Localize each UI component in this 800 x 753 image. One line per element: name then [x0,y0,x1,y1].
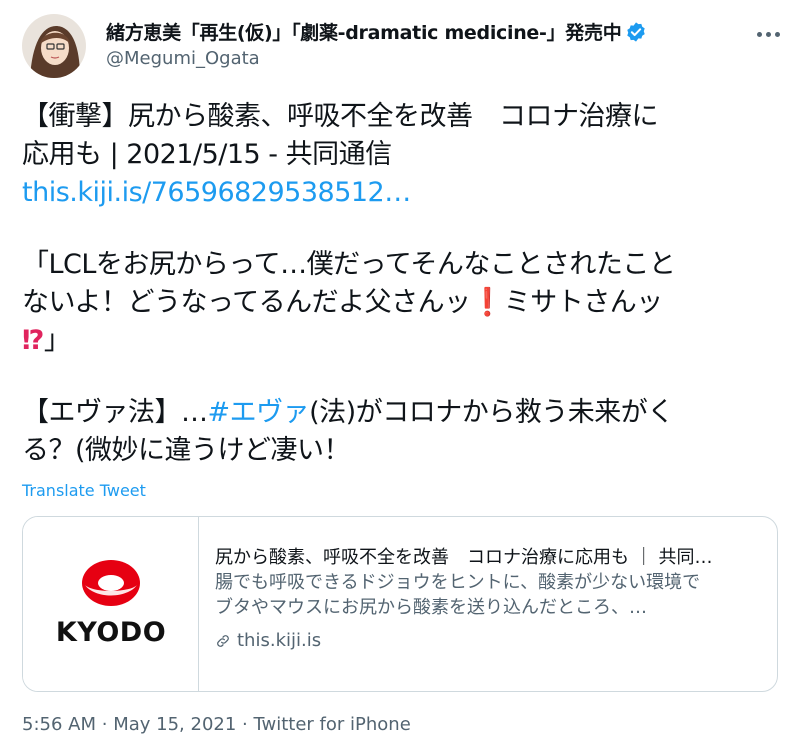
link-preview-card[interactable]: KYODO 尻から酸素、呼吸不全を改善 コロナ治療に応用も ｜ 共同… 腸でも呼… [22,516,778,692]
card-domain-text: this.kiji.is [237,630,322,651]
tweet-text: 【衝撃】尻から酸素、呼吸不全を改善 コロナ治療に 応用も | 2021/5/15… [22,98,782,470]
link-icon [217,634,229,647]
interrobang-emoji-icon: ⁉ [22,325,44,356]
card-description: 腸でも呼吸できるドジョウをヒントに、酸素が少ない環境で [215,572,701,593]
tweet-meta: 5:56 AM · May 15, 2021 · Twitter for iPh… [22,714,411,735]
card-body[interactable]: 尻から酸素、呼吸不全を改善 コロナ治療に応用も ｜ 共同… 腸でも呼吸できるドジ… [199,517,728,691]
author-handle[interactable]: @Megumi_Ogata [106,48,260,69]
more-options-icon[interactable] [752,18,784,50]
card-title: 尻から酸素、呼吸不全を改善 コロナ治療に応用も ｜ 共同… [215,547,713,568]
meta-separator: · [242,714,248,735]
kyodo-logo-icon [82,560,140,606]
tweet-line: 応用も | 2021/5/15 - 共同通信 [22,139,392,170]
tweet-link[interactable]: this.kiji.is/76596829538512… [22,174,782,212]
tweet-line: 「LCLをお尻からって…僕だってそんなことされたこと [22,249,676,280]
tweet-time[interactable]: 5:56 AM [22,714,96,735]
avatar[interactable] [22,14,86,78]
tweet-line: ないよ！どうなってるんだよ父さんッ❗ミサトさんッ [22,287,663,318]
tweet-line: ⁉」 [22,325,71,356]
card-thumbnail[interactable]: KYODO [23,517,199,691]
author-display-name[interactable]: 緒方恵美「再生(仮)」「劇薬-dramatic medicine-」発売中 [106,18,622,45]
tweet-source[interactable]: Twitter for iPhone [254,714,411,735]
tweet-line: る？(微妙に違うけど凄い！ [22,435,351,466]
card-domain: this.kiji.is [215,628,712,653]
kyodo-logo-text: KYODO [55,617,167,648]
meta-separator: · [101,714,108,735]
tweet-line: 【エヴァ法】…#エヴァ(法)がコロナから救う未来がく [22,397,674,428]
hashtag-link[interactable]: #エヴァ [208,397,310,428]
exclamation-emoji-icon: ❗ [470,287,505,318]
translate-tweet-link[interactable]: Translate Tweet [22,481,146,500]
tweet-line: 【衝撃】尻から酸素、呼吸不全を改善 コロナ治療に [22,101,659,132]
verified-badge-icon [625,21,647,43]
author-name-row[interactable]: 緒方恵美「再生(仮)」「劇薬-dramatic medicine-」発売中 [106,18,647,45]
card-description: ブタやマウスにお尻から酸素を送り込んだところ、… [215,597,647,618]
tweet-date[interactable]: May 15, 2021 [113,714,236,735]
